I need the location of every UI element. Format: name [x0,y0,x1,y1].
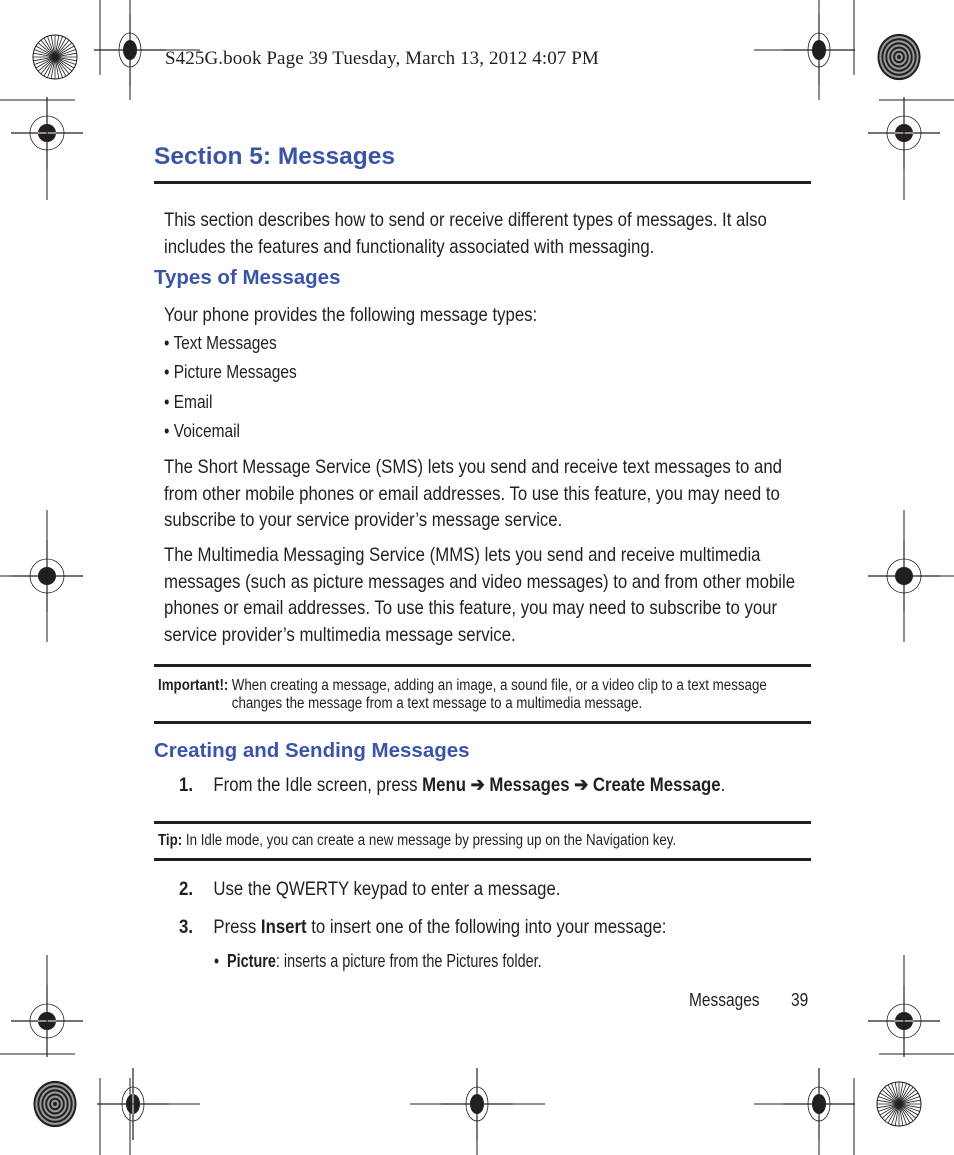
step-text: to insert one of the following into your… [306,916,667,938]
step-text: Press [213,916,261,938]
sms-paragraph: The Short Message Service (SMS) lets you… [164,456,783,531]
bullet-item: • Voicemail [164,421,240,441]
starburst-icon [876,1081,922,1127]
print-header: S425G.book Page 39 Tuesday, March 13, 20… [165,48,599,69]
tip-rule-bottom [154,858,811,861]
tip-note: Tip: In Idle mode, you can create a new … [158,832,676,850]
step-1: 1. From the Idle screen, press Menu ➔ Mes… [179,772,833,799]
menu-label: Menu [422,774,466,796]
sub-bullet-text: : inserts a picture from the Pictures fo… [275,951,542,971]
types-lead: Your phone provides the following messag… [164,304,538,326]
tip-label: Tip: [158,832,183,849]
mms-paragraph: The Multimedia Messaging Service (MMS) l… [164,544,796,646]
bullet-item: • Text Messages [164,333,277,353]
tip-rule-top [154,821,811,824]
messages-label: Messages [489,774,570,796]
important-note: Important!: When creating a message, add… [158,677,812,713]
title-rule [154,181,811,184]
step-text: . [720,774,726,796]
step-number: 1. [179,774,193,796]
step-text: Use the QWERTY keypad to enter a message… [213,878,561,900]
step-number: 2. [179,878,193,900]
starburst-icon [32,34,78,80]
important-text: When creating a message, adding an image… [231,677,767,712]
bullet-item: • Picture Messages [164,362,297,382]
bullet-item: • Email [164,392,213,412]
picture-label: Picture [227,951,276,971]
insert-label: Insert [260,916,307,938]
bullet-text: Picture Messages [173,362,297,382]
section-title: Section 5: Messages [154,143,396,170]
intro-paragraph: This section describes how to send or re… [164,209,767,258]
bullet-text: Email [173,392,213,412]
footer-page-number: 39 [791,990,809,1010]
bullet-text: Text Messages [173,333,277,353]
step-2: 2. Use the QWERTY keypad to enter a messa… [179,876,833,903]
create-message-label: Create Message [592,774,721,796]
step-3: 3. Press Insert to insert one of the foll… [179,914,833,941]
important-label: Important!: [158,677,229,694]
note-rule-bottom [154,721,811,724]
bullet-text: Voicemail [173,421,240,441]
arrow-icon: ➔ [465,774,490,796]
note-rule-top [154,664,811,667]
tip-text: In Idle mode, you can create a new messa… [182,832,677,849]
arrow-icon: ➔ [569,774,593,796]
creating-heading: Creating and Sending Messages [154,739,470,762]
step-number: 3. [179,916,193,938]
moire-circle-icon [33,1080,77,1128]
types-heading: Types of Messages [154,266,341,289]
sub-bullet-picture: • Picture: inserts a picture from the Pi… [214,951,542,971]
moire-circle-icon [877,33,921,81]
step-text: From the Idle screen, press [213,774,423,796]
footer-section: Messages [689,990,760,1010]
